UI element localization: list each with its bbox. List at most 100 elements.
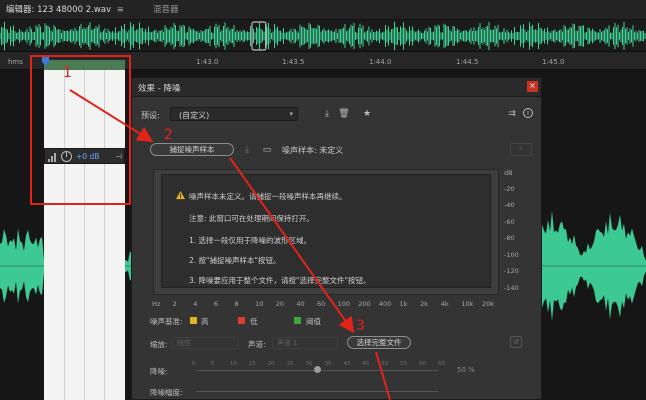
hz-axis: Hz 2 4 6 8 10 20 40 60 100 200 400 1k 2k 4k 10k 20k	[152, 300, 504, 312]
editor-header: 编辑器: 123 48000 2.wav ≡ 混音器	[0, 0, 646, 20]
graph-message: 1. 选择一段仅用于降噪的波形区域。	[189, 236, 312, 245]
slider-scale-tick: 25	[286, 361, 294, 367]
noise-graph-plot: 噪声样本未定义。请捕捉一段噪声样本再继续。 注意: 此窗口可在处理期间保持打开。…	[161, 174, 491, 288]
slider-scale-tick: 35	[324, 361, 332, 367]
warning-icon	[176, 191, 185, 200]
capture-row: 捕捉噪声样本 ⤓ ▭ 噪声样本: 未定义 ⌗	[132, 142, 541, 158]
signal-path-icon[interactable]: ⇉	[506, 108, 518, 120]
capture-noise-button[interactable]: 捕捉噪声样本	[150, 143, 234, 156]
hz-tick: 100	[337, 300, 351, 308]
annotation-number: 3	[356, 318, 365, 334]
preset-value: (自定义)	[179, 111, 210, 120]
tab-editor[interactable]: 编辑器: 123 48000 2.wav ≡	[6, 4, 124, 18]
db-tick: -120	[504, 267, 519, 275]
overview-waveform[interactable]	[0, 20, 646, 52]
graph-message: 噪声样本未定义。请捕捉一段噪声样本再继续。	[189, 192, 347, 201]
db-tick: -20	[504, 185, 515, 193]
graph-message: 3. 降噪要应用于整个文件，请按"选择完整文件"按钮。	[189, 276, 371, 285]
hz-tick: 4	[193, 300, 198, 308]
dialog-titlebar[interactable]: 效果 - 降噪 ×	[132, 78, 541, 97]
hz-tick: 2k	[420, 300, 429, 308]
slider-scale-tick: 0	[192, 361, 196, 367]
hz-tick: 10k	[461, 300, 474, 308]
legend-swatch-high	[190, 317, 197, 324]
info-icon[interactable]: i	[523, 108, 533, 118]
hz-tick: 10	[255, 300, 264, 308]
hz-tick: 8	[234, 300, 239, 308]
scale-row: 缩放: 线性 声道: 声道 1 选择完整文件 ↺	[132, 336, 541, 350]
editor-tab-label: 编辑器: 123 48000 2.wav	[6, 5, 112, 15]
legend-label: 噪声基准:	[150, 317, 183, 326]
slider-scale-tick: 15	[248, 361, 256, 367]
db-tick: dB	[504, 169, 513, 177]
preset-select[interactable]: (自定义) ▾	[170, 107, 298, 121]
annotation-box	[30, 55, 131, 205]
tab-mixer[interactable]: 混音器	[153, 4, 179, 18]
save-preset-icon[interactable]: ⤓	[321, 108, 333, 120]
db-tick: -40	[504, 201, 515, 209]
channel-value: 声道 1	[277, 339, 298, 347]
ruler-tick: 1:45.0	[542, 58, 565, 66]
hz-tick: 2	[172, 300, 177, 308]
hz-tick: 400	[378, 300, 392, 308]
legend-threshold: 阈值	[306, 317, 321, 326]
import-icon[interactable]: ⤓	[241, 144, 253, 156]
dialog-title: 效果 - 降噪	[138, 84, 181, 94]
ruler-unit: hms	[8, 58, 23, 66]
noise-reduction-dialog: 效果 - 降噪 × 预设: (自定义) ▾ ⤓ 🗑 ★ ⇉ i 捕捉噪声样本 ⤓…	[131, 77, 542, 400]
reduce-label: 降噪幅度:	[150, 388, 183, 397]
trash-icon[interactable]: 🗑	[338, 108, 350, 120]
reduce-by-slider-row: 降噪幅度:	[132, 384, 541, 398]
chevron-down-icon: ▾	[289, 110, 293, 118]
ruler-tick: 1:43.0	[196, 58, 219, 66]
legend-row: 噪声基准: 高 低 阈值	[132, 315, 541, 327]
hz-tick: 60	[317, 300, 326, 308]
slider-scale-tick: 20	[267, 361, 275, 367]
db-tick: -60	[504, 218, 515, 226]
annotation-number: 2	[164, 127, 173, 143]
clear-profile-button: ⌗	[510, 143, 532, 156]
legend-swatch-threshold	[294, 317, 301, 324]
hz-tick: 6	[213, 300, 219, 308]
preset-row: 预设: (自定义) ▾ ⤓ 🗑 ★ ⇉ i	[132, 105, 541, 123]
reset-icon[interactable]: ↺	[510, 336, 522, 348]
hamburger-icon[interactable]: ≡	[117, 4, 124, 16]
scale-select[interactable]: 线性	[172, 337, 238, 349]
db-tick: -80	[504, 234, 515, 242]
close-icon[interactable]: ×	[527, 81, 538, 92]
slider-scale-tick: 65	[438, 361, 445, 367]
slider-scale-tick: 55	[400, 361, 408, 367]
noise-slider-thumb[interactable]	[314, 366, 321, 373]
channel-label: 声道:	[248, 340, 266, 349]
overview-waveform-graphic	[0, 21, 646, 51]
preset-label: 预设:	[141, 111, 160, 120]
legend-swatch-low	[238, 317, 245, 324]
slider-scale-tick: 30	[305, 361, 313, 367]
graph-message: 注意: 此窗口可在处理期间保持打开。	[189, 214, 314, 223]
hz-tick: 1k	[399, 300, 408, 308]
hz-tick: Hz	[152, 300, 161, 308]
channel-select[interactable]: 声道 1	[272, 337, 338, 349]
folder-icon[interactable]: ▭	[261, 144, 273, 156]
scale-label: 缩放:	[150, 340, 168, 349]
slider-scale-tick: 10	[229, 361, 237, 367]
slider-scale-tick: 50	[381, 361, 389, 367]
star-icon[interactable]: ★	[361, 108, 373, 120]
reduce-slider-track[interactable]	[196, 391, 438, 392]
ruler-tick: 1:44.5	[456, 58, 479, 66]
scale-value: 线性	[177, 339, 191, 347]
annotation-number: 1	[63, 65, 72, 81]
hz-tick: 20k	[482, 300, 495, 308]
db-tick: -100	[504, 251, 519, 259]
hz-tick: 20	[275, 300, 285, 308]
ruler-tick: 1:43.5	[282, 58, 305, 66]
noise-percent: 50 %	[457, 366, 475, 374]
noise-reduction-slider-row: 降噪: 0 5 10 15 20 25 30 35 40 45 50 55 60 65 50 %	[132, 361, 541, 377]
noise-label: 降噪:	[150, 367, 168, 376]
ruler-tick: 1:44.0	[369, 58, 392, 66]
slider-scale-tick: 45	[362, 361, 370, 367]
noise-graph: 噪声样本未定义。请捕捉一段噪声样本再继续。 注意: 此窗口可在处理期间保持打开。…	[153, 169, 499, 295]
select-entire-file-button[interactable]: 选择完整文件	[347, 336, 411, 349]
slider-scale-tick: 5	[210, 361, 215, 367]
graph-message: 2. 按"捕捉噪声样本"按钮。	[189, 256, 281, 265]
